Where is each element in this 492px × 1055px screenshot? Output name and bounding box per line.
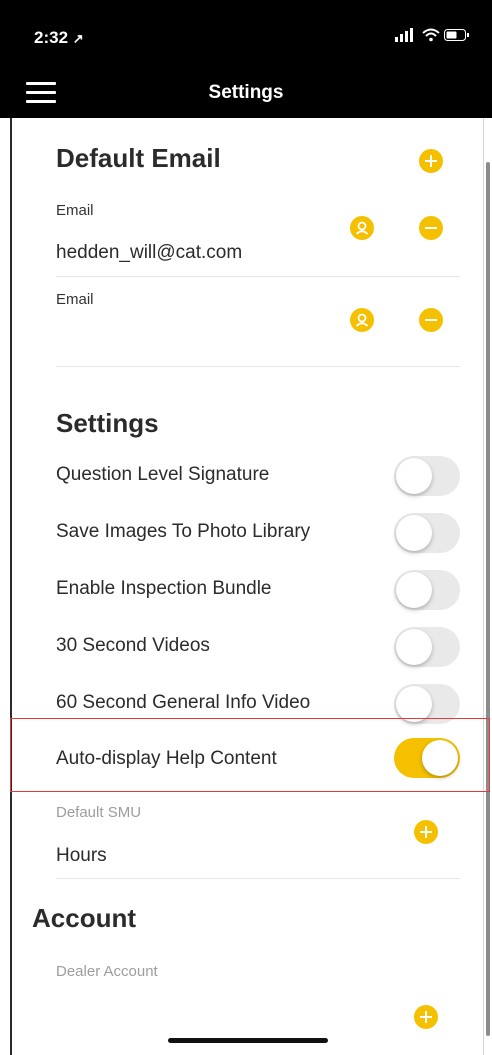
contact-picker-button-2[interactable] xyxy=(350,308,374,332)
toggle-label-question-level-signature: Question Level Signature xyxy=(56,464,270,485)
default-smu-value[interactable]: Hours xyxy=(56,845,107,867)
scrollbar[interactable] xyxy=(486,162,490,1036)
add-smu-button[interactable] xyxy=(414,820,438,844)
toggle-inspection-bundle[interactable] xyxy=(394,570,460,610)
remove-email-button-1[interactable] xyxy=(419,216,443,240)
add-dealer-account-button[interactable] xyxy=(414,1005,438,1029)
divider xyxy=(56,878,460,879)
toggle-label-inspection-bundle: Enable Inspection Bundle xyxy=(56,578,272,599)
toggle-auto-display-help[interactable] xyxy=(394,738,460,778)
top-bar: 2:32 ↗ Settings xyxy=(0,0,492,118)
status-time-text: 2:32 xyxy=(34,28,69,47)
toggle-knob xyxy=(396,458,432,494)
divider xyxy=(56,276,460,277)
default-email-title: Default Email xyxy=(56,143,221,173)
toggle-question-level-signature[interactable] xyxy=(394,456,460,496)
default-smu-label: Default SMU xyxy=(56,804,142,821)
plus-icon xyxy=(420,826,432,838)
email-label-1: Email xyxy=(56,202,94,219)
email-label-2: Email xyxy=(56,291,94,308)
battery-icon xyxy=(444,28,469,41)
minus-icon xyxy=(425,319,437,321)
wifi-icon xyxy=(421,28,440,42)
toggle-label-30-second-videos: 30 Second Videos xyxy=(56,635,210,656)
minus-icon xyxy=(425,227,437,229)
toggle-knob xyxy=(396,629,432,665)
toggle-knob xyxy=(396,572,432,608)
toggle-knob xyxy=(422,740,458,776)
divider xyxy=(56,366,460,367)
status-time: 2:32 ↗ xyxy=(34,28,84,48)
plus-icon xyxy=(420,1011,432,1023)
right-border xyxy=(483,118,484,1055)
email-value-1[interactable]: hedden_will@cat.com xyxy=(56,242,242,264)
account-title: Account xyxy=(32,903,136,933)
toggle-save-images[interactable] xyxy=(394,513,460,553)
location-arrow-icon: ↗ xyxy=(72,31,84,46)
toggle-knob xyxy=(396,686,432,722)
signal-icon xyxy=(395,27,414,42)
page-title: Settings xyxy=(208,82,284,103)
person-icon xyxy=(355,221,369,235)
dealer-account-label: Dealer Account xyxy=(56,963,158,980)
plus-icon xyxy=(425,155,437,167)
toggle-label-auto-display-help: Auto-display Help Content xyxy=(56,748,277,769)
status-icons xyxy=(395,26,470,44)
toggle-label-save-images: Save Images To Photo Library xyxy=(56,521,311,542)
home-indicator xyxy=(168,1038,328,1043)
remove-email-button-2[interactable] xyxy=(419,308,443,332)
contact-picker-button-1[interactable] xyxy=(350,216,374,240)
settings-title: Settings xyxy=(56,408,159,438)
toggle-30-second-videos[interactable] xyxy=(394,627,460,667)
toggle-knob xyxy=(396,515,432,551)
add-email-button[interactable] xyxy=(419,149,443,173)
left-border xyxy=(10,118,12,1055)
toggle-label-60-second-video: 60 Second General Info Video xyxy=(56,692,311,713)
person-icon xyxy=(355,313,369,327)
